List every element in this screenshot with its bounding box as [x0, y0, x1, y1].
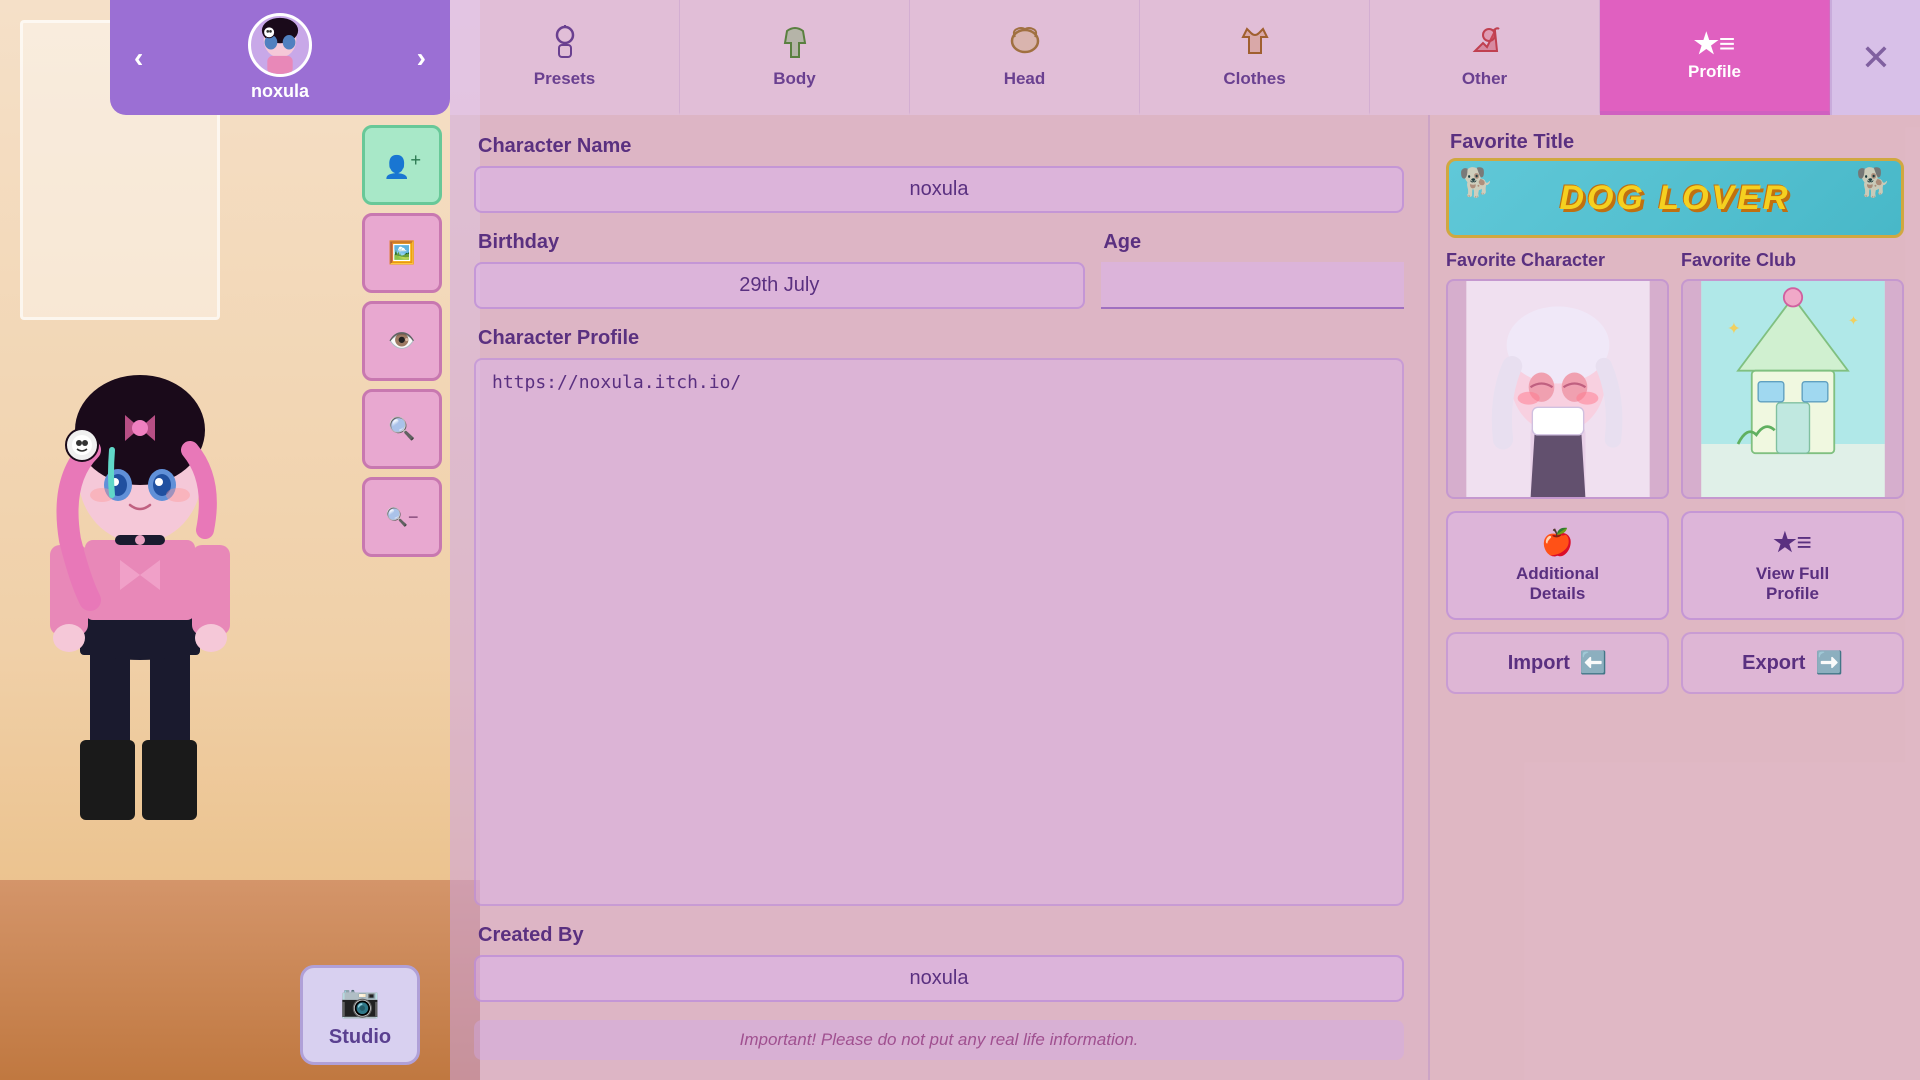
favorite-title-label: Favorite Title: [1446, 131, 1904, 154]
character-figure: [30, 320, 250, 920]
prev-character-button[interactable]: ‹: [126, 38, 151, 78]
created-by-field-group: Created By noxula: [474, 924, 1404, 1002]
export-icon: ➡️: [1815, 650, 1842, 676]
favorite-club-label: Favorite Club: [1681, 250, 1904, 271]
clothes-tab-icon: [1237, 23, 1273, 65]
body-tab-label: Body: [773, 69, 816, 89]
add-character-icon: 👤+: [383, 149, 421, 180]
close-icon: ✕: [1861, 37, 1891, 79]
body-tab-icon: [777, 23, 813, 65]
export-button[interactable]: Export ➡️: [1681, 632, 1904, 694]
svg-text:✦: ✦: [1848, 313, 1859, 328]
import-export-row: Import ⬅️ Export ➡️: [1446, 632, 1904, 694]
tab-presets[interactable]: Presets: [450, 0, 680, 115]
zoom-in-button[interactable]: 🔍: [362, 389, 442, 469]
export-label: Export: [1742, 652, 1805, 675]
created-by-input[interactable]: noxula: [474, 955, 1404, 1002]
tab-body[interactable]: Body: [680, 0, 910, 115]
age-input[interactable]: [1101, 262, 1404, 309]
favorites-row: Favorite Character: [1446, 250, 1904, 499]
birthday-label: Birthday: [474, 231, 1079, 254]
additional-details-label: Additional Details: [1516, 564, 1599, 604]
presets-tab-icon: [547, 23, 583, 65]
favorite-character-image[interactable]: [1446, 279, 1669, 499]
image-button[interactable]: 🖼️: [362, 213, 442, 293]
birthday-row: 29th July: [474, 262, 1404, 309]
favorite-title-group: Favorite Title 🐕 DOG LOVER 🐕: [1446, 131, 1904, 238]
birthday-input[interactable]: 29th July: [474, 262, 1085, 309]
created-by-label: Created By: [474, 924, 1404, 947]
content-area: Character Name noxula Birthday Age 29th …: [450, 115, 1920, 1080]
import-button[interactable]: Import ⬅️: [1446, 632, 1669, 694]
import-icon: ⬅️: [1580, 650, 1607, 676]
dog-lover-banner[interactable]: 🐕 DOG LOVER 🐕: [1446, 158, 1904, 238]
visibility-button[interactable]: 👁️: [362, 301, 442, 381]
birthday-field-group: Birthday Age 29th July: [474, 231, 1404, 309]
important-note: Important! Please do not put any real li…: [474, 1020, 1404, 1060]
character-profile-label: Character Profile: [474, 327, 1404, 350]
tab-bar: Presets Body Head: [450, 0, 1920, 115]
import-label: Import: [1508, 652, 1570, 675]
view-full-profile-icon: ★≡: [1773, 527, 1811, 558]
favorite-character-box: Favorite Character: [1446, 250, 1669, 499]
head-tab-label: Head: [1004, 69, 1046, 89]
image-icon: 🖼️: [388, 240, 415, 266]
tab-profile[interactable]: ★≡ Profile: [1600, 0, 1830, 115]
studio-button[interactable]: 📷 Studio: [300, 965, 420, 1065]
action-row: 🍎 Additional Details ★≡ View Full Profil…: [1446, 511, 1904, 620]
head-tab-icon: [1007, 23, 1043, 65]
tab-other[interactable]: Other: [1370, 0, 1600, 115]
dog-left-icon: 🐕: [1459, 166, 1494, 199]
studio-icon: 📷: [340, 982, 380, 1020]
character-name-label: Character Name: [474, 135, 1404, 158]
character-name-input[interactable]: noxula: [474, 166, 1404, 213]
studio-label: Studio: [329, 1026, 391, 1049]
other-tab-label: Other: [1462, 69, 1507, 89]
profile-section: Favorite Title 🐕 DOG LOVER 🐕 Favorite Ch…: [1430, 115, 1920, 1080]
next-character-button[interactable]: ›: [409, 38, 434, 78]
view-full-profile-label: View Full Profile: [1756, 564, 1829, 604]
avatar: [248, 13, 312, 77]
favorite-character-label: Favorite Character: [1446, 250, 1669, 271]
additional-details-icon: 🍎: [1541, 527, 1573, 558]
character-name-display: noxula: [251, 81, 309, 102]
character-selector: ‹ noxula ›: [110, 0, 450, 115]
dog-lover-text: DOG LOVER: [1559, 179, 1790, 218]
eye-icon: 👁️: [388, 328, 415, 354]
favorite-club-box: Favorite Club: [1681, 250, 1904, 499]
svg-text:✦: ✦: [1727, 320, 1741, 338]
character-profile-field-group: Character Profile https://noxula.itch.io…: [474, 327, 1404, 906]
zoom-out-icon: 🔍−: [386, 507, 419, 528]
form-section: Character Name noxula Birthday Age 29th …: [450, 115, 1430, 1080]
character-name-field-group: Character Name noxula: [474, 135, 1404, 213]
additional-details-button[interactable]: 🍎 Additional Details: [1446, 511, 1669, 620]
tab-clothes[interactable]: Clothes: [1140, 0, 1370, 115]
avatar-container: noxula: [248, 13, 312, 102]
add-character-button[interactable]: 👤+: [362, 125, 442, 205]
character-profile-textarea[interactable]: https://noxula.itch.io/: [474, 358, 1404, 906]
presets-tab-label: Presets: [534, 69, 595, 89]
clothes-tab-label: Clothes: [1223, 69, 1285, 89]
tab-head[interactable]: Head: [910, 0, 1140, 115]
zoom-in-icon: 🔍: [388, 416, 415, 442]
dog-right-icon: 🐕: [1856, 166, 1891, 199]
age-label: Age: [1099, 231, 1404, 254]
view-full-profile-button[interactable]: ★≡ View Full Profile: [1681, 511, 1904, 620]
close-button[interactable]: ✕: [1830, 0, 1920, 115]
profile-tab-label: Profile: [1688, 62, 1741, 82]
profile-tab-icon: ★≡: [1694, 30, 1735, 58]
favorite-club-image[interactable]: ✦ ✦: [1681, 279, 1904, 499]
main-panel: Presets Body Head: [450, 0, 1920, 1080]
zoom-out-button[interactable]: 🔍−: [362, 477, 442, 557]
other-tab-icon: [1467, 23, 1503, 65]
side-toolbar: 👤+ 🖼️ 👁️ 🔍 🔍−: [362, 125, 447, 557]
